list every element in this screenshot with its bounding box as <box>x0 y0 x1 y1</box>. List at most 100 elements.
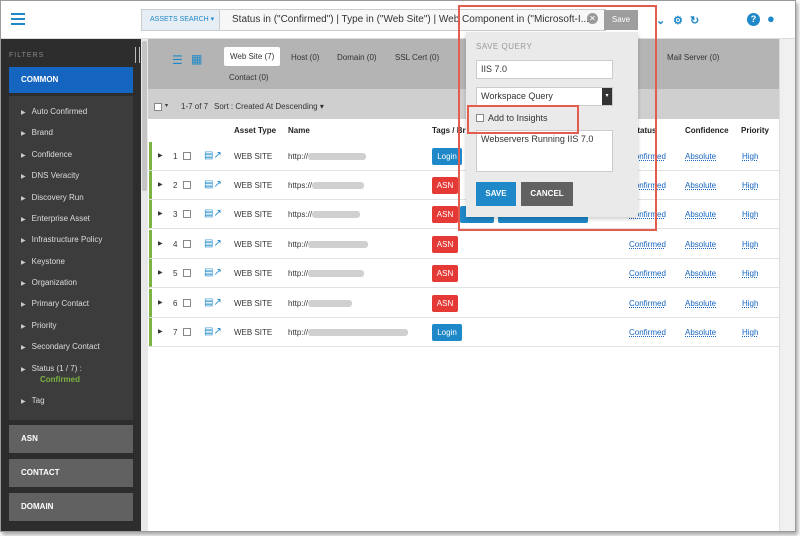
list-view-icon[interactable]: ☰ <box>172 53 183 67</box>
filter-organization[interactable]: ▶ Organization <box>21 278 77 287</box>
confidence-link[interactable]: Absolute <box>685 240 716 249</box>
filter-brand[interactable]: ▶ Brand <box>21 128 53 137</box>
common-filter-header[interactable]: COMMON <box>9 67 133 93</box>
assets-search-dropdown[interactable]: ASSETS SEARCH ▾ <box>142 10 220 30</box>
tag-badge[interactable]: ASN <box>432 295 458 312</box>
page-scrollbar[interactable] <box>779 39 795 531</box>
group-domain[interactable]: DOMAIN <box>9 493 133 521</box>
status-link[interactable]: Confirmed <box>629 269 666 278</box>
filter-keystone[interactable]: ▶ Keystone <box>21 257 65 266</box>
col-priority[interactable]: Priority <box>741 126 769 135</box>
tab-domain[interactable]: Domain (0) <box>337 53 377 62</box>
col-confidence[interactable]: Confidence <box>685 126 729 135</box>
sort-dropdown[interactable]: Sort : Created At Descending ▾ <box>214 102 324 111</box>
details-icon[interactable]: ▤↗ <box>204 238 222 249</box>
group-asn[interactable]: ASN <box>9 425 133 453</box>
row-checkbox[interactable] <box>183 152 191 160</box>
confidence-link[interactable]: Absolute <box>685 328 716 337</box>
filter-tag[interactable]: ▶ Tag <box>21 396 45 405</box>
tag-badge[interactable]: Login <box>432 324 462 341</box>
filter-enterprise-asset[interactable]: ▶ Enterprise Asset <box>21 214 90 223</box>
tab-host[interactable]: Host (0) <box>291 53 319 62</box>
asset-name[interactable]: https:// <box>288 181 365 190</box>
priority-link[interactable]: High <box>742 328 758 337</box>
confidence-link[interactable]: Absolute <box>685 269 716 278</box>
tab-contact[interactable]: Contact (0) <box>229 73 269 82</box>
details-icon[interactable]: ▤↗ <box>204 179 222 190</box>
expand-icon[interactable]: ▶ <box>158 210 163 217</box>
user-icon[interactable]: ● <box>767 11 775 26</box>
group-contact[interactable]: CONTACT <box>9 459 133 487</box>
priority-link[interactable]: High <box>742 152 758 161</box>
priority-link[interactable]: High <box>742 299 758 308</box>
priority-link[interactable]: High <box>742 210 758 219</box>
asset-name[interactable]: http:// <box>288 152 367 161</box>
confidence-link[interactable]: Absolute <box>685 152 716 161</box>
asset-name[interactable]: http:// <box>288 240 369 249</box>
table-row[interactable]: ▶ 7 ▤↗ WEB SITE http:// Login Confirmed … <box>148 318 779 347</box>
priority-link[interactable]: High <box>742 181 758 190</box>
priority-link[interactable]: High <box>742 269 758 278</box>
row-checkbox[interactable] <box>183 210 191 218</box>
row-checkbox[interactable] <box>183 181 191 189</box>
row-checkbox[interactable] <box>183 328 191 336</box>
tag-badge[interactable]: ASN <box>432 177 458 194</box>
filter-confidence[interactable]: ▶ Confidence <box>21 150 72 159</box>
expand-icon[interactable]: ▶ <box>158 181 163 188</box>
grid-view-icon[interactable]: ▦ <box>191 52 202 66</box>
gear-icon[interactable]: ⚙ <box>673 14 683 27</box>
confidence-link[interactable]: Absolute <box>685 299 716 308</box>
tab-web-site[interactable]: Web Site (7) <box>224 47 281 66</box>
filter-secondary-contact[interactable]: ▶ Secondary Contact <box>21 342 100 351</box>
expand-icon[interactable]: ▶ <box>158 299 163 306</box>
sidebar-scrollbar[interactable] <box>141 39 148 531</box>
expand-icon[interactable]: ▶ <box>158 328 163 335</box>
tag-badge[interactable]: ASN <box>432 206 458 223</box>
table-row[interactable]: ▶ 5 ▤↗ WEB SITE http:// ASN Confirmed Ab… <box>148 259 779 288</box>
expand-icon[interactable]: ▶ <box>158 269 163 276</box>
confidence-link[interactable]: Absolute <box>685 210 716 219</box>
select-menu-chevron-icon[interactable]: ▾ <box>165 102 168 109</box>
details-icon[interactable]: ▤↗ <box>204 150 222 161</box>
status-link[interactable]: Confirmed <box>629 328 666 337</box>
status-link[interactable]: Confirmed <box>629 240 666 249</box>
row-checkbox[interactable] <box>183 269 191 277</box>
details-icon[interactable]: ▤↗ <box>204 326 222 337</box>
filter-discovery-run[interactable]: ▶ Discovery Run <box>21 193 84 202</box>
tag-badge[interactable]: ASN <box>432 265 458 282</box>
confidence-link[interactable]: Absolute <box>685 181 716 190</box>
tab-ssl-cert[interactable]: SSL Cert (0) <box>395 53 439 62</box>
menu-icon[interactable] <box>11 13 25 25</box>
table-row[interactable]: ▶ 4 ▤↗ WEB SITE http:// ASN Confirmed Ab… <box>148 230 779 259</box>
expand-icon[interactable]: ▶ <box>158 240 163 247</box>
refresh-icon[interactable]: ↻ <box>690 14 699 27</box>
asset-name[interactable]: http:// <box>288 299 353 308</box>
details-icon[interactable]: ▤↗ <box>204 208 222 219</box>
status-link[interactable]: Confirmed <box>629 299 666 308</box>
expand-icon[interactable]: ▶ <box>158 152 163 159</box>
col-name[interactable]: Name <box>288 126 310 135</box>
select-all-checkbox[interactable] <box>154 103 162 111</box>
filter-priority[interactable]: ▶ Priority <box>21 321 57 330</box>
filter-infrastructure-policy[interactable]: ▶ Infrastructure Policy <box>21 235 102 244</box>
row-checkbox[interactable] <box>183 299 191 307</box>
filter-status[interactable]: ▶ Status (1 / 7) : <box>21 364 82 373</box>
row-number: 2 <box>173 181 178 190</box>
help-icon[interactable]: ? <box>747 13 760 26</box>
details-icon[interactable]: ▤↗ <box>204 297 222 308</box>
filter-auto-confirmed[interactable]: ▶ Auto Confirmed <box>21 107 87 116</box>
filter-primary-contact[interactable]: ▶ Primary Contact <box>21 299 89 308</box>
tab-mail-server[interactable]: Mail Server (0) <box>667 53 719 62</box>
asset-name[interactable]: http:// <box>288 269 365 278</box>
tag-badge[interactable]: ASN <box>432 236 458 253</box>
priority-link[interactable]: High <box>742 240 758 249</box>
details-icon[interactable]: ▤↗ <box>204 267 222 278</box>
table-row[interactable]: ▶ 6 ▤↗ WEB SITE http:// ASN Confirmed Ab… <box>148 289 779 318</box>
col-asset-type[interactable]: Asset Type <box>234 126 276 135</box>
chevron-down-icon[interactable]: ⌄ <box>656 14 665 27</box>
resize-handle[interactable] <box>135 47 140 63</box>
asset-name[interactable]: http:// <box>288 328 409 337</box>
asset-name[interactable]: https:// <box>288 210 361 219</box>
filter-dns-veracity[interactable]: ▶ DNS Veracity <box>21 171 79 180</box>
row-checkbox[interactable] <box>183 240 191 248</box>
